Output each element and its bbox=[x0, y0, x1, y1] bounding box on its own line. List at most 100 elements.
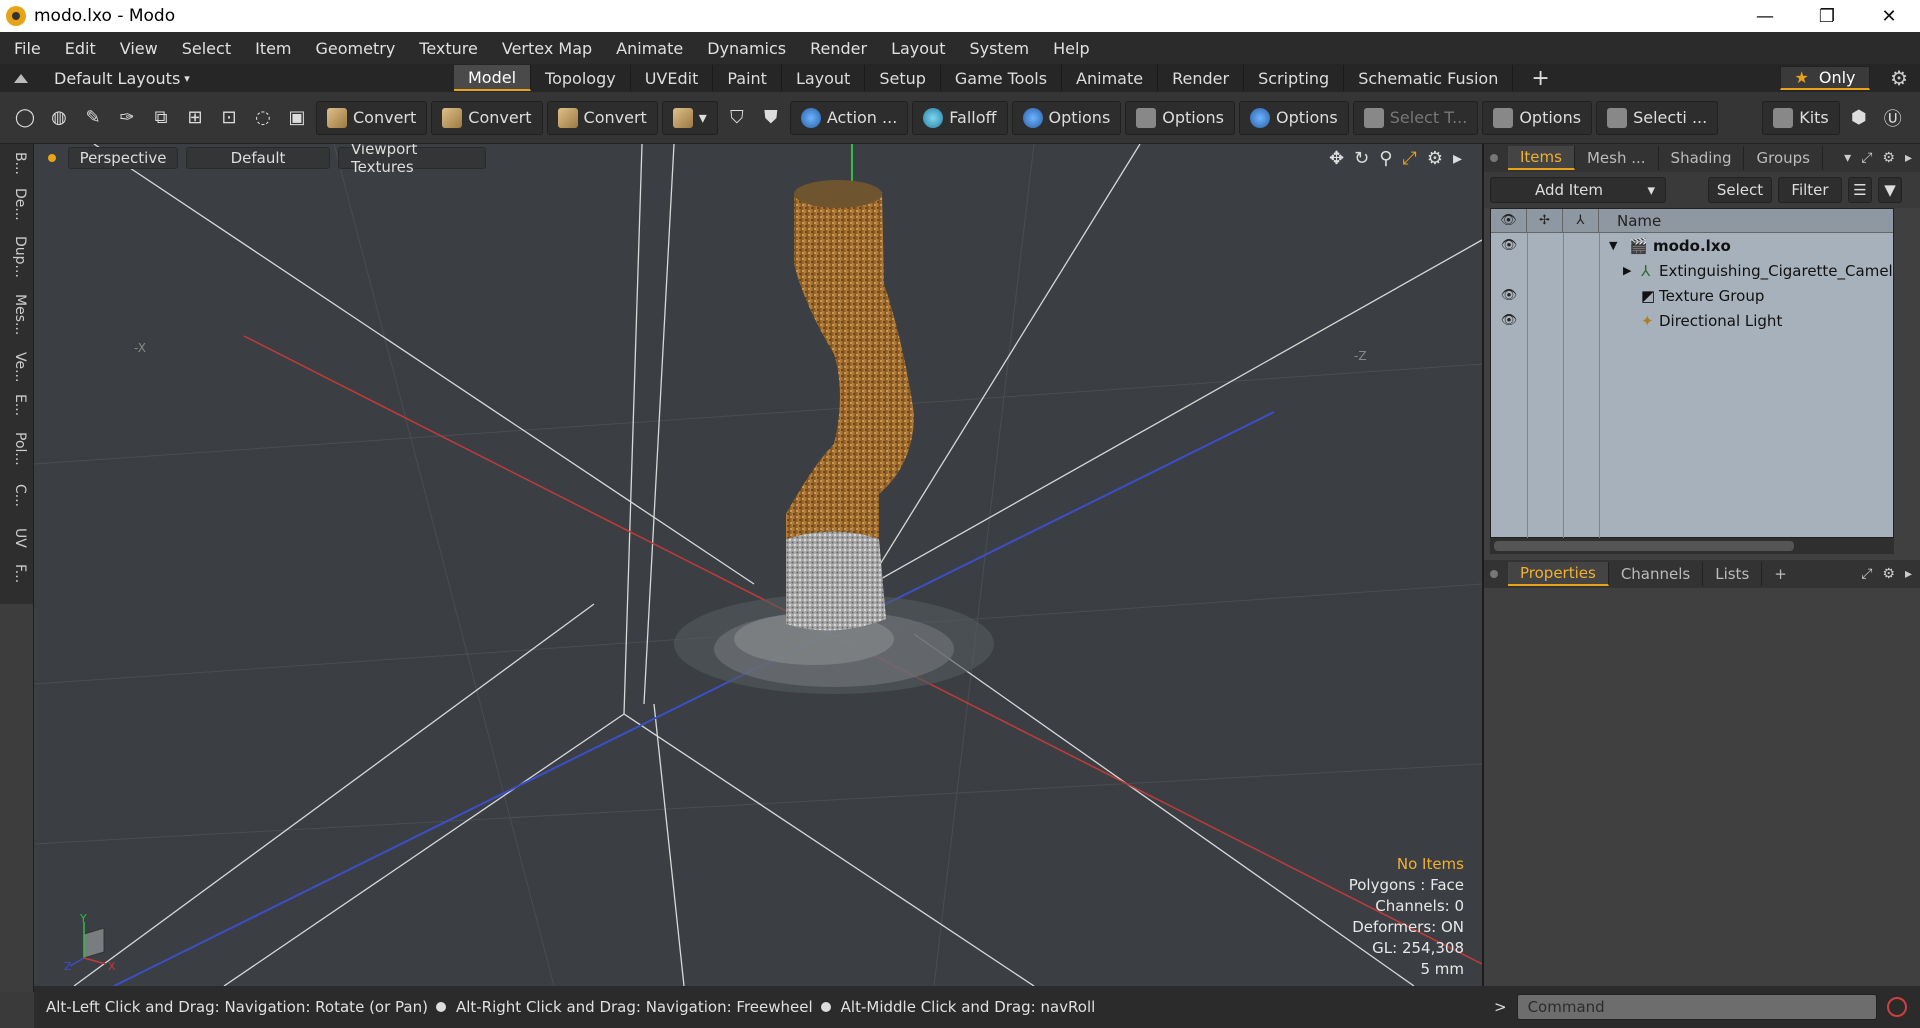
menu-layout[interactable]: Layout bbox=[877, 39, 955, 58]
tab-items[interactable]: Items bbox=[1508, 146, 1575, 170]
primitive-dropdown[interactable]: ▾ bbox=[661, 100, 718, 135]
only-button[interactable]: ★ Only bbox=[1780, 66, 1870, 90]
select-button[interactable]: Select bbox=[1708, 177, 1772, 203]
tree-row-mesh[interactable]: ▶ ⅄ Extinguishing_Cigarette_Camel bbox=[1491, 258, 1893, 283]
viewport-scene[interactable]: -X -Z bbox=[34, 144, 1482, 986]
lock-column-icon[interactable]: ✢ bbox=[1527, 208, 1563, 233]
tab-uvedit[interactable]: UVEdit bbox=[631, 65, 714, 91]
add-tab-plus-icon[interactable]: + bbox=[1531, 66, 1549, 91]
polygon-mode-icon[interactable]: ⊞ bbox=[180, 103, 210, 133]
expand-panel-icon[interactable]: ⤢ bbox=[1861, 150, 1872, 166]
eye-icon[interactable]: 👁 bbox=[1491, 238, 1527, 253]
tree-row-directional-light[interactable]: 👁 ✦ Directional Light bbox=[1491, 308, 1893, 333]
tab-schematic-fusion[interactable]: Schematic Fusion bbox=[1344, 65, 1514, 91]
tree-row-scene[interactable]: 👁 ▼ 🎬 modo.lxo bbox=[1491, 233, 1893, 258]
filter-button[interactable]: Filter bbox=[1778, 177, 1842, 203]
menu-render[interactable]: Render bbox=[796, 39, 877, 58]
collapse-arrow-icon[interactable] bbox=[14, 73, 28, 83]
scrollbar-thumb[interactable] bbox=[1494, 541, 1794, 551]
panel-menu-dot-icon[interactable] bbox=[1490, 154, 1498, 162]
menu-texture[interactable]: Texture bbox=[405, 39, 488, 58]
menu-vertex-map[interactable]: Vertex Map bbox=[488, 39, 602, 58]
expand-triangle-icon[interactable]: ▼ bbox=[1609, 239, 1617, 252]
options-button-4[interactable]: Options bbox=[1482, 100, 1593, 135]
rotate-icon[interactable]: ↻ bbox=[1354, 148, 1369, 169]
items-horizontal-scrollbar[interactable] bbox=[1490, 538, 1894, 554]
tab-game-tools[interactable]: Game Tools bbox=[941, 65, 1063, 91]
shaded-cube-icon[interactable]: ▣ bbox=[282, 103, 312, 133]
add-item-dropdown[interactable]: Add Item ▾ bbox=[1490, 177, 1666, 203]
panel-gear-icon[interactable]: ⚙ bbox=[1882, 566, 1895, 582]
options-button-3[interactable]: Options bbox=[1239, 100, 1349, 135]
tab-groups[interactable]: Groups bbox=[1744, 146, 1823, 170]
tab-animate[interactable]: Animate bbox=[1062, 65, 1159, 91]
gear-icon[interactable]: ⚙ bbox=[1890, 66, 1908, 90]
symmetry-shield-icon[interactable]: ⛉ bbox=[722, 103, 752, 133]
tab-topology[interactable]: Topology bbox=[531, 65, 631, 91]
viewport-gear-icon[interactable]: ⚙ bbox=[1427, 148, 1443, 169]
menu-file[interactable]: File bbox=[0, 39, 51, 58]
menu-dynamics[interactable]: Dynamics bbox=[693, 39, 796, 58]
left-tab-fusion[interactable]: F... bbox=[6, 564, 28, 583]
add-props-tab-plus-icon[interactable]: + bbox=[1762, 562, 1799, 586]
expand-panel-icon[interactable]: ⤢ bbox=[1861, 566, 1872, 582]
close-button[interactable]: ✕ bbox=[1858, 0, 1920, 32]
tab-mesh[interactable]: Mesh ... bbox=[1575, 146, 1659, 170]
unreal-icon[interactable]: Ⓤ bbox=[1878, 103, 1908, 133]
menu-edit[interactable]: Edit bbox=[51, 39, 106, 58]
pen-icon[interactable]: ✎ bbox=[78, 103, 108, 133]
convert-button-1[interactable]: Convert bbox=[316, 100, 428, 135]
globe-icon[interactable]: ◍ bbox=[44, 103, 74, 133]
eye-icon[interactable]: 👁 bbox=[1491, 313, 1527, 328]
left-tab-vertex[interactable]: Ve... bbox=[6, 352, 28, 382]
command-input[interactable] bbox=[1516, 994, 1877, 1020]
selection-button[interactable]: Selecti ... bbox=[1596, 100, 1719, 135]
convert-button-2[interactable]: Convert bbox=[431, 100, 543, 135]
chevron-down-icon[interactable]: ▾ bbox=[1844, 150, 1851, 166]
select-through-button[interactable]: Select T... bbox=[1352, 100, 1479, 135]
play-arrow-icon[interactable]: ▸ bbox=[1453, 148, 1462, 169]
panel-arrow-icon[interactable]: ▸ bbox=[1905, 566, 1912, 582]
3d-viewport[interactable]: -X -Z Perspective Default Viewport Textu… bbox=[34, 144, 1482, 986]
item-mode-icon[interactable]: ⊡ bbox=[214, 103, 244, 133]
panel-arrow-icon[interactable]: ▸ bbox=[1905, 150, 1912, 166]
zoom-icon[interactable]: ⚲ bbox=[1379, 148, 1392, 169]
visibility-column-eye-icon[interactable]: 👁 bbox=[1491, 208, 1527, 233]
tab-layout[interactable]: Layout bbox=[782, 65, 866, 91]
pen-tool-icon[interactable]: ✑ bbox=[112, 103, 142, 133]
eye-icon[interactable]: 👁 bbox=[1491, 288, 1527, 303]
default-layouts-dropdown[interactable]: Default Layouts ▾ bbox=[14, 69, 454, 88]
tab-scripting[interactable]: Scripting bbox=[1244, 65, 1345, 91]
menu-view[interactable]: View bbox=[106, 39, 168, 58]
menu-item[interactable]: Item bbox=[241, 39, 301, 58]
panel-menu-dot-icon[interactable] bbox=[1490, 570, 1498, 578]
tab-properties[interactable]: Properties bbox=[1508, 562, 1609, 586]
pan-icon[interactable]: ✥ bbox=[1329, 148, 1344, 169]
tab-render[interactable]: Render bbox=[1158, 65, 1245, 91]
stop-record-icon[interactable] bbox=[1886, 997, 1907, 1017]
unity-icon[interactable]: ⬢ bbox=[1844, 103, 1874, 133]
material-mode-icon[interactable]: ◌ bbox=[248, 103, 278, 133]
tab-shading[interactable]: Shading bbox=[1659, 146, 1745, 170]
viewport-textures-dropdown[interactable]: Viewport Textures bbox=[338, 144, 486, 176]
vertex-mode-icon[interactable]: ◯ bbox=[10, 103, 40, 133]
menu-help[interactable]: Help bbox=[1039, 39, 1099, 58]
type-column-icon[interactable]: ⅄ bbox=[1563, 208, 1599, 233]
tab-channels[interactable]: Channels bbox=[1609, 562, 1704, 586]
tab-paint[interactable]: Paint bbox=[713, 65, 782, 91]
kits-button[interactable]: Kits bbox=[1762, 100, 1840, 135]
tab-lists[interactable]: Lists bbox=[1703, 562, 1763, 586]
falloff-button[interactable]: Falloff bbox=[912, 100, 1008, 135]
tab-model[interactable]: Model bbox=[454, 65, 532, 91]
collapse-triangle-icon[interactable]: ▶ bbox=[1623, 264, 1631, 277]
funnel-filter-icon[interactable]: ▼ bbox=[1878, 177, 1902, 203]
panel-gear-icon[interactable]: ⚙ bbox=[1882, 150, 1895, 166]
left-tab-edge[interactable]: E... bbox=[6, 394, 28, 416]
minimize-button[interactable]: — bbox=[1734, 0, 1796, 32]
left-tab-duplicate[interactable]: Dup... bbox=[6, 236, 28, 278]
left-tab-basic[interactable]: B... bbox=[6, 152, 28, 175]
convert-button-3[interactable]: Convert bbox=[546, 100, 658, 135]
edge-mode-icon[interactable]: ⧉ bbox=[146, 103, 176, 133]
left-tab-uv[interactable]: UV bbox=[6, 528, 28, 548]
menu-system[interactable]: System bbox=[955, 39, 1039, 58]
